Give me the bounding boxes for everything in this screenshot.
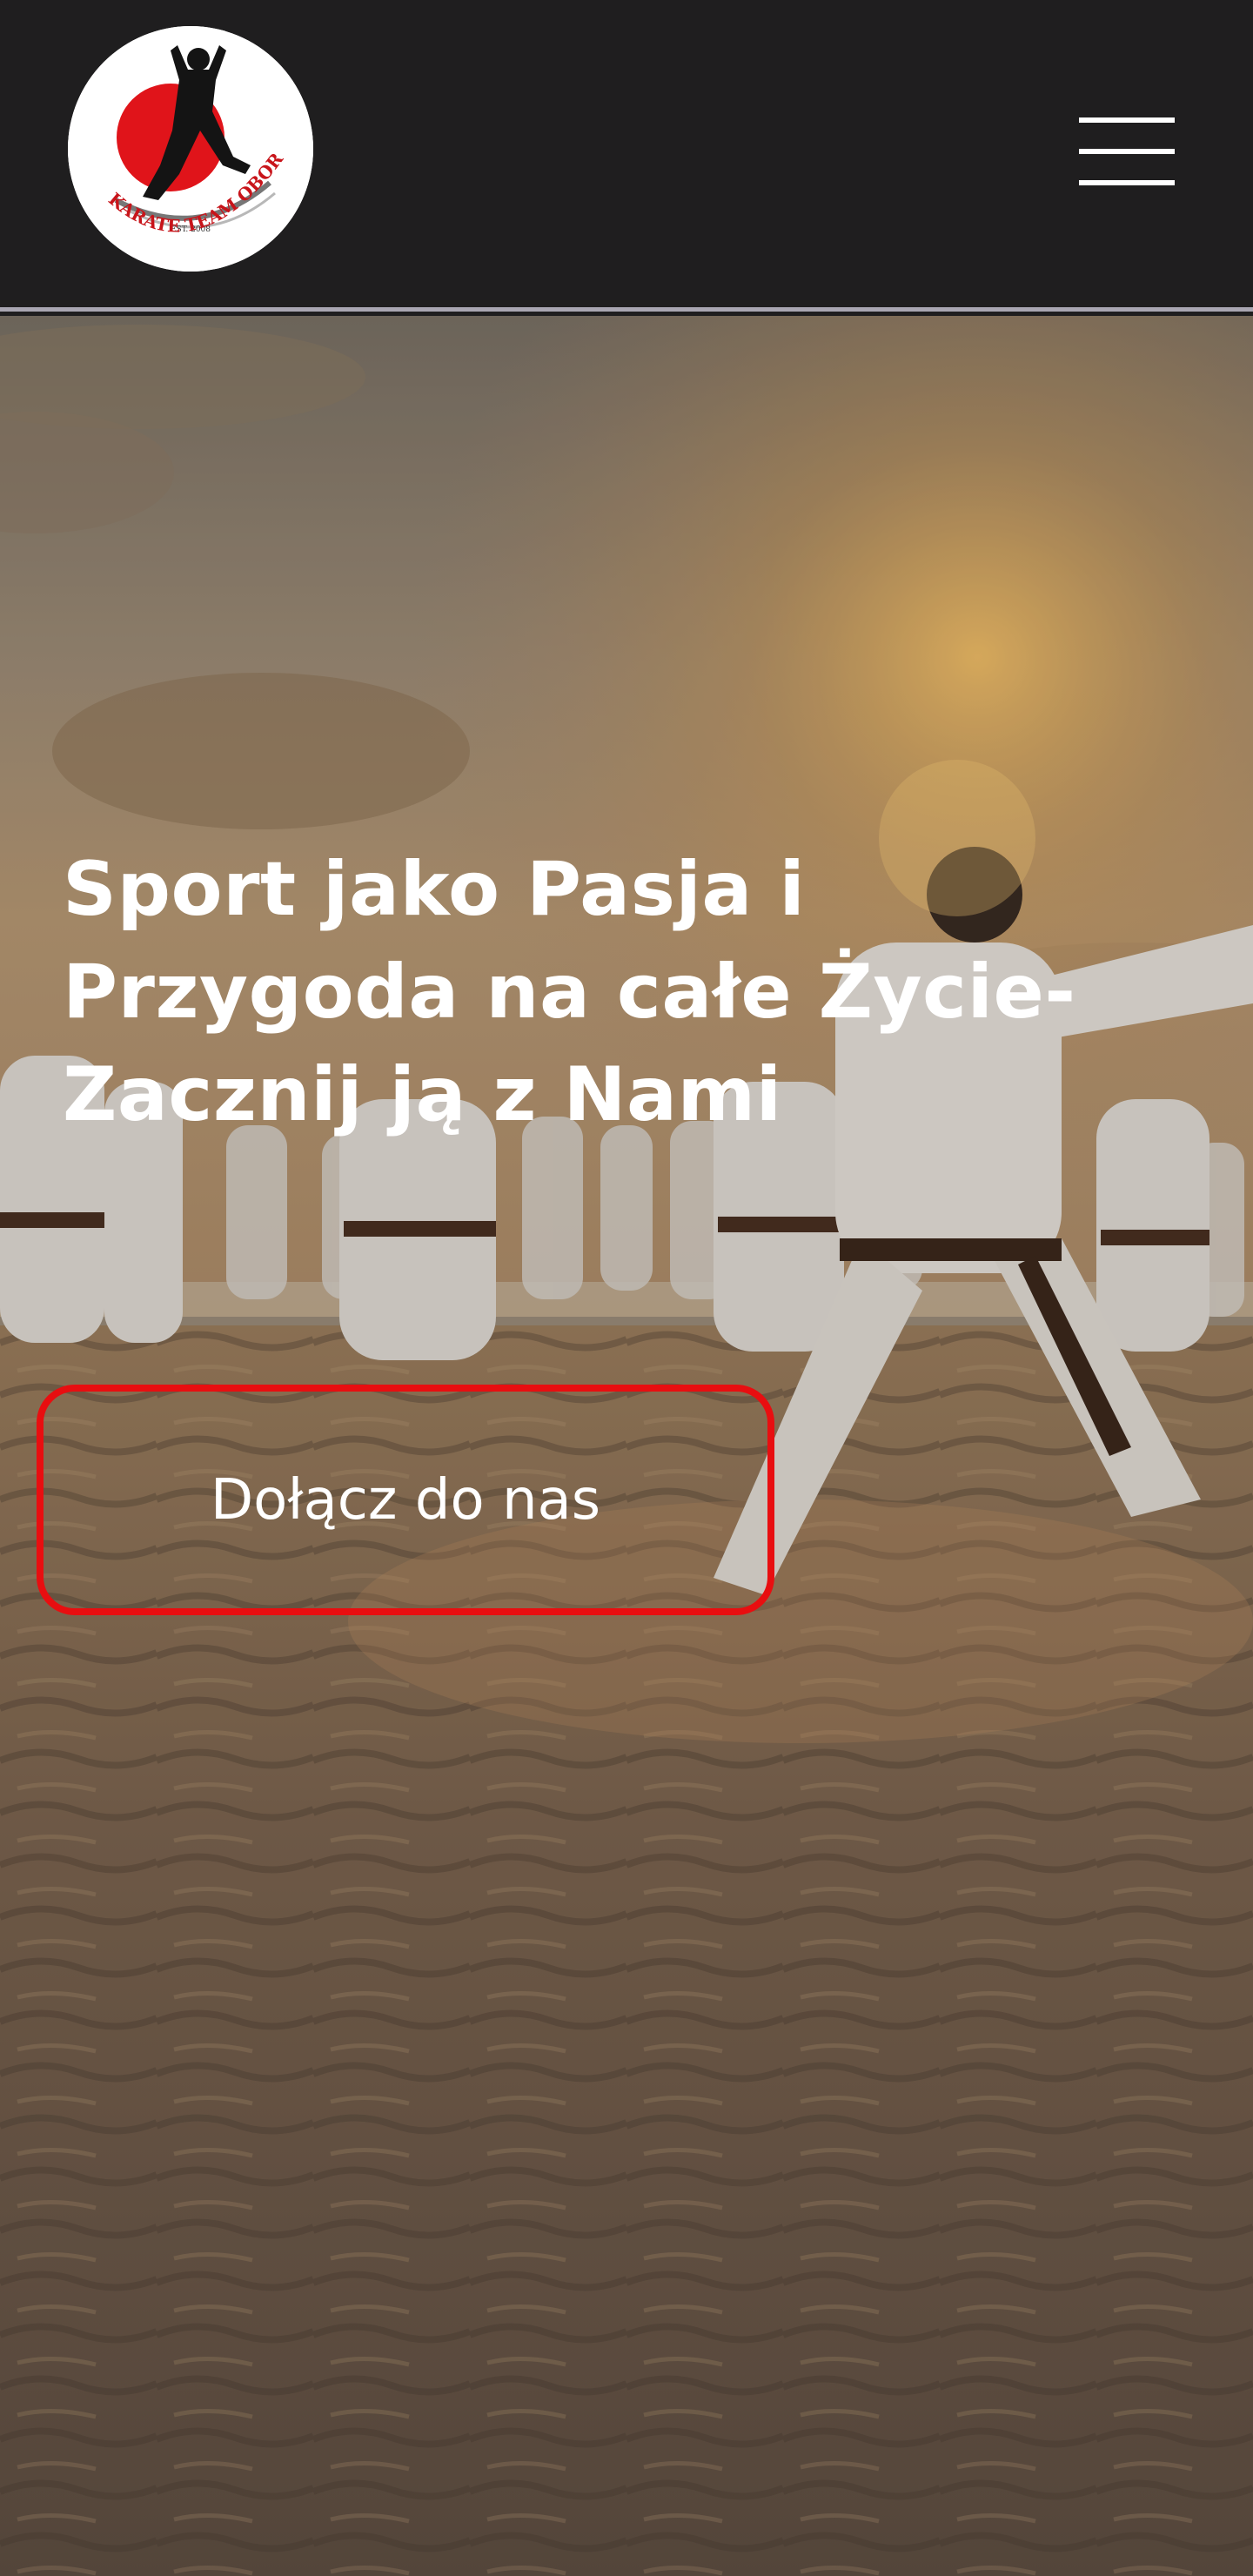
headline-line: Sport jako Pasja i bbox=[63, 846, 806, 933]
join-us-button-label: Dołącz do nas bbox=[210, 1467, 601, 1533]
karate-team-logo-icon: EST. 2008 KARATE TEAM OBORNIKI bbox=[68, 26, 313, 272]
join-us-button[interactable]: Dołącz do nas bbox=[37, 1385, 774, 1615]
hero-headline: Sport jako Pasja i Przygoda na całe Życi… bbox=[63, 838, 1211, 1146]
menu-button[interactable] bbox=[1070, 110, 1183, 197]
hamburger-icon-line bbox=[1079, 180, 1175, 185]
site-logo[interactable]: EST. 2008 KARATE TEAM OBORNIKI bbox=[68, 26, 313, 272]
site-header: EST. 2008 KARATE TEAM OBORNIKI bbox=[0, 0, 1253, 312]
page: EST. 2008 KARATE TEAM OBORNIKI bbox=[0, 0, 1253, 2576]
hamburger-icon bbox=[1079, 117, 1175, 123]
hero-section: Sport jako Pasja i Przygoda na całe Życi… bbox=[0, 316, 1253, 2576]
headline-line: Przygoda na całe Życie- bbox=[63, 949, 1076, 1036]
hamburger-icon-line bbox=[1079, 149, 1175, 154]
headline-line: Zacznij ją z Nami bbox=[63, 1051, 782, 1138]
